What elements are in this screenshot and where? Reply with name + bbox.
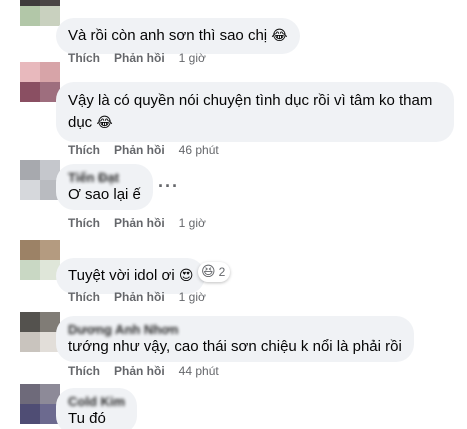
commenter-name[interactable]: Dương Anh Nhơn <box>68 323 402 337</box>
haha-reaction-icon: 😆 <box>201 264 216 280</box>
reaction-count: 2 <box>218 265 226 279</box>
comment-time[interactable]: 44 phút <box>179 364 219 378</box>
more-options-icon[interactable]: ··· <box>158 176 179 197</box>
heart-eyes-emoji: 😍 <box>178 268 194 284</box>
comment-bubble: Và rồi còn anh sơn thì sao chị 😂 <box>56 18 300 54</box>
avatar[interactable] <box>20 0 60 26</box>
avatar[interactable] <box>20 240 60 280</box>
comment-time[interactable]: 1 giờ <box>179 216 206 230</box>
comment-bubble: Tuyệt vời idol ơi 😍 <box>56 258 206 294</box>
comment-text: Vậy là có quyền nói chuyện tình dục rồi … <box>68 92 433 109</box>
comment-actions: Thích Phản hồi 1 giờ <box>68 290 206 304</box>
comment-time[interactable]: 1 giờ <box>179 51 206 65</box>
avatar[interactable] <box>20 62 60 102</box>
comment-text: Và rồi còn anh sơn thì sao chị 😂 <box>68 27 288 44</box>
comment-bubble: Cold Kim Tu đó <box>56 388 138 429</box>
comment-bubble: Tiến Đạt Ơ sao lại ế <box>56 164 153 210</box>
like-button[interactable]: Thích <box>68 364 100 378</box>
commenter-name[interactable]: Tiến Đạt <box>68 171 141 185</box>
comment-time[interactable]: 46 phút <box>179 143 219 157</box>
like-button[interactable]: Thích <box>68 216 100 230</box>
comment-bubble: Vậy là có quyền nói chuyện tình dục rồi … <box>56 82 454 142</box>
reply-button[interactable]: Phản hồi <box>114 216 165 230</box>
reply-button[interactable]: Phản hồi <box>114 290 165 304</box>
reply-button[interactable]: Phản hồi <box>114 143 165 157</box>
comment-bubble: Dương Anh Nhơn tướng như vậy, cao thái s… <box>56 316 414 362</box>
comment-text: Tu đó <box>68 410 106 427</box>
like-button[interactable]: Thích <box>68 51 100 65</box>
reply-button[interactable]: Phản hồi <box>114 364 165 378</box>
comment-actions: Thích Phản hồi 1 giờ <box>68 216 206 230</box>
like-button[interactable]: Thích <box>68 143 100 157</box>
comment-time[interactable]: 1 giờ <box>179 290 206 304</box>
laughing-emoji: 😂 <box>271 28 288 44</box>
avatar[interactable] <box>20 312 60 352</box>
avatar[interactable] <box>20 160 60 200</box>
comment-text: Tuyệt vời idol ơi 😍 <box>68 267 194 284</box>
reply-button[interactable]: Phản hồi <box>114 51 165 65</box>
comment-text: tướng như vậy, cao thái sơn chiệu k nổi … <box>68 338 402 355</box>
like-button[interactable]: Thích <box>68 290 100 304</box>
avatar[interactable] <box>20 384 60 424</box>
comment-text-continuation: dục 😂 <box>68 114 113 131</box>
commenter-name[interactable]: Cold Kim <box>68 395 125 409</box>
comment-actions: Thích Phản hồi 46 phút <box>68 143 219 157</box>
comment-actions: Thích Phản hồi 44 phút <box>68 364 219 378</box>
laughing-emoji: 😂 <box>96 115 113 131</box>
comment-actions: Thích Phản hồi 1 giờ <box>68 51 206 65</box>
comment-text: Ơ sao lại ế <box>68 186 141 203</box>
reaction-badge[interactable]: 😆 2 <box>198 262 231 282</box>
